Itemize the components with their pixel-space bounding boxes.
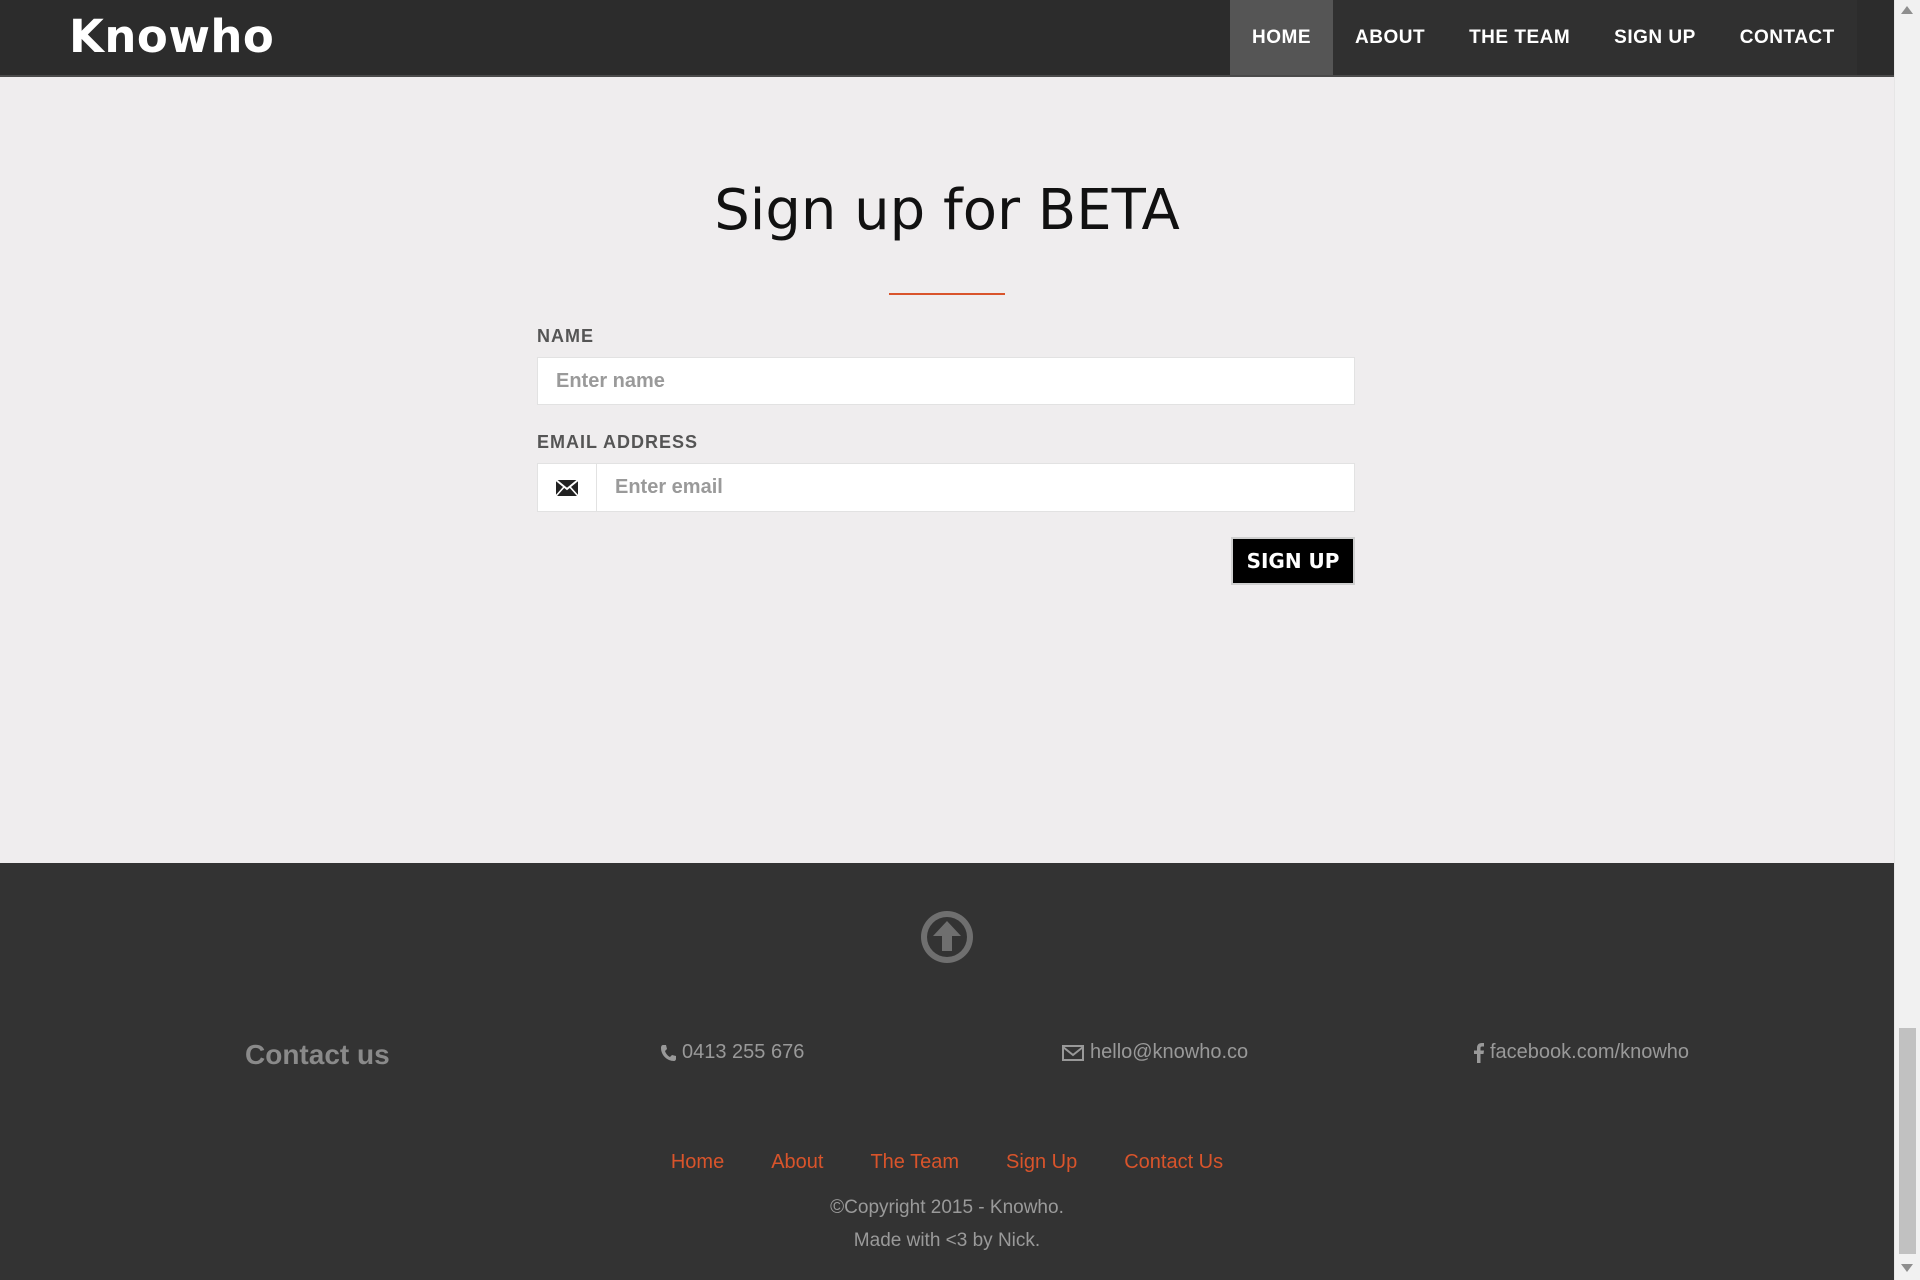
- nav-menu: HOME ABOUT THE TEAM SIGN UP CONTACT: [1230, 0, 1857, 75]
- email-address: hello@knowho.co: [1090, 1041, 1249, 1063]
- signup-title: Sign up for BETA: [714, 178, 1180, 243]
- envelope-icon: [556, 479, 578, 496]
- footer-link-contact-us[interactable]: Contact Us: [1124, 1151, 1223, 1174]
- name-label: NAME: [537, 326, 594, 346]
- nav-item-home[interactable]: HOME: [1230, 0, 1333, 75]
- navbar: Knowho HOME ABOUT THE TEAM SIGN UP CONTA…: [0, 0, 1894, 77]
- nav-item-sign-up[interactable]: SIGN UP: [1592, 0, 1718, 75]
- arrow-up-circle-icon[interactable]: [919, 909, 975, 965]
- scroll-down-arrow-icon[interactable]: [1901, 1264, 1913, 1272]
- footer-nav: Home About The Team Sign Up Contact Us: [0, 1151, 1894, 1174]
- facebook-contact[interactable]: facebook.com/knowho: [1474, 1041, 1689, 1064]
- facebook-link: facebook.com/knowho: [1490, 1041, 1690, 1063]
- scroll-thumb[interactable]: [1899, 1028, 1916, 1254]
- nav-item-about[interactable]: ABOUT: [1333, 0, 1447, 75]
- name-input[interactable]: [537, 357, 1355, 405]
- contact-title: Contact us: [245, 1039, 390, 1070]
- phone-contact[interactable]: 0413 255 676: [660, 1041, 804, 1064]
- email-input[interactable]: [597, 464, 1354, 511]
- email-label: EMAIL ADDRESS: [537, 432, 699, 452]
- footer-link-the-team[interactable]: The Team: [870, 1151, 959, 1174]
- title-divider: [889, 293, 1005, 295]
- nav-item-contact[interactable]: CONTACT: [1718, 0, 1857, 75]
- footer-link-about[interactable]: About: [771, 1151, 823, 1174]
- email-contact[interactable]: hello@knowho.co: [1062, 1041, 1248, 1064]
- phone-number: 0413 255 676: [682, 1041, 805, 1063]
- facebook-icon: [1474, 1042, 1484, 1063]
- email-input-group: [537, 463, 1355, 512]
- brand-logo[interactable]: Knowho: [69, 10, 274, 63]
- page: Knowho HOME ABOUT THE TEAM SIGN UP CONTA…: [0, 0, 1894, 1280]
- nav-item-the-team[interactable]: THE TEAM: [1447, 0, 1592, 75]
- footer-link-sign-up[interactable]: Sign Up: [1006, 1151, 1077, 1174]
- mail-icon: [1062, 1044, 1084, 1061]
- made-with-credit: Made with <3 by Nick.: [853, 1230, 1041, 1251]
- scrollbar[interactable]: [1894, 0, 1920, 1280]
- copyright: ©Copyright 2015 - Knowho.: [830, 1197, 1064, 1218]
- phone-icon: [661, 1044, 676, 1061]
- scroll-up-arrow-icon[interactable]: [1901, 6, 1913, 14]
- footer-link-home[interactable]: Home: [671, 1151, 724, 1174]
- footer: Contact us 0413 255 676 hello@knowho.co …: [0, 863, 1894, 1280]
- email-addon: [538, 464, 597, 511]
- sign-up-button[interactable]: SIGN UP: [1231, 537, 1355, 585]
